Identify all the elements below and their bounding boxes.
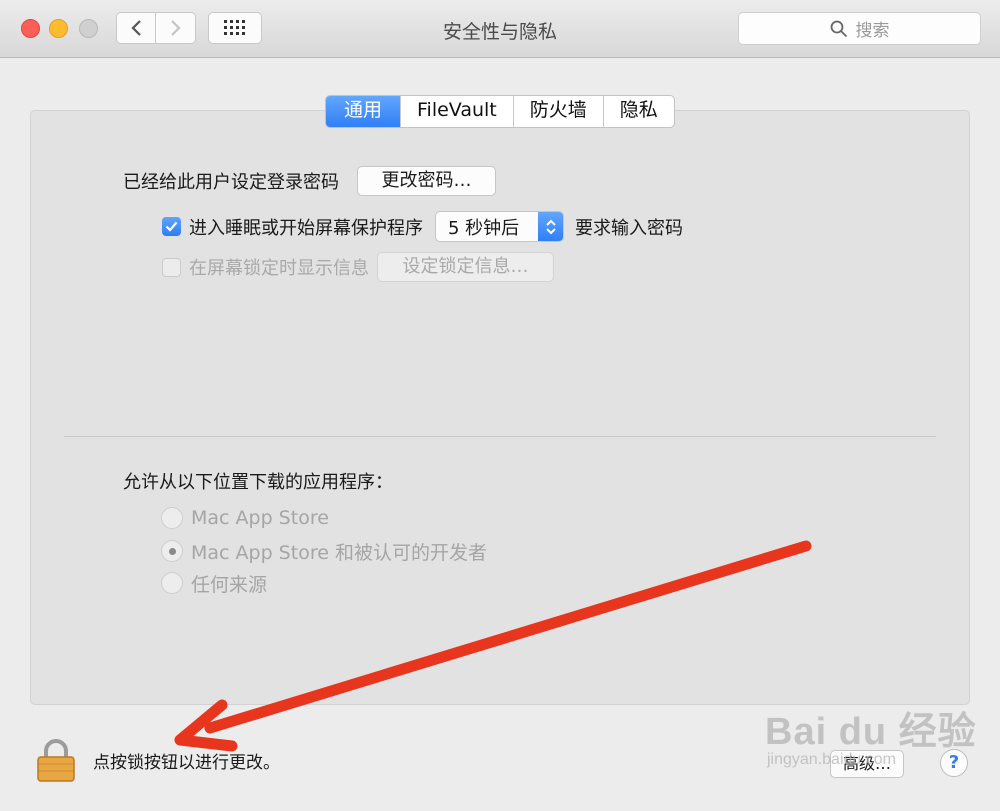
annotation-arrow: [174, 540, 812, 752]
